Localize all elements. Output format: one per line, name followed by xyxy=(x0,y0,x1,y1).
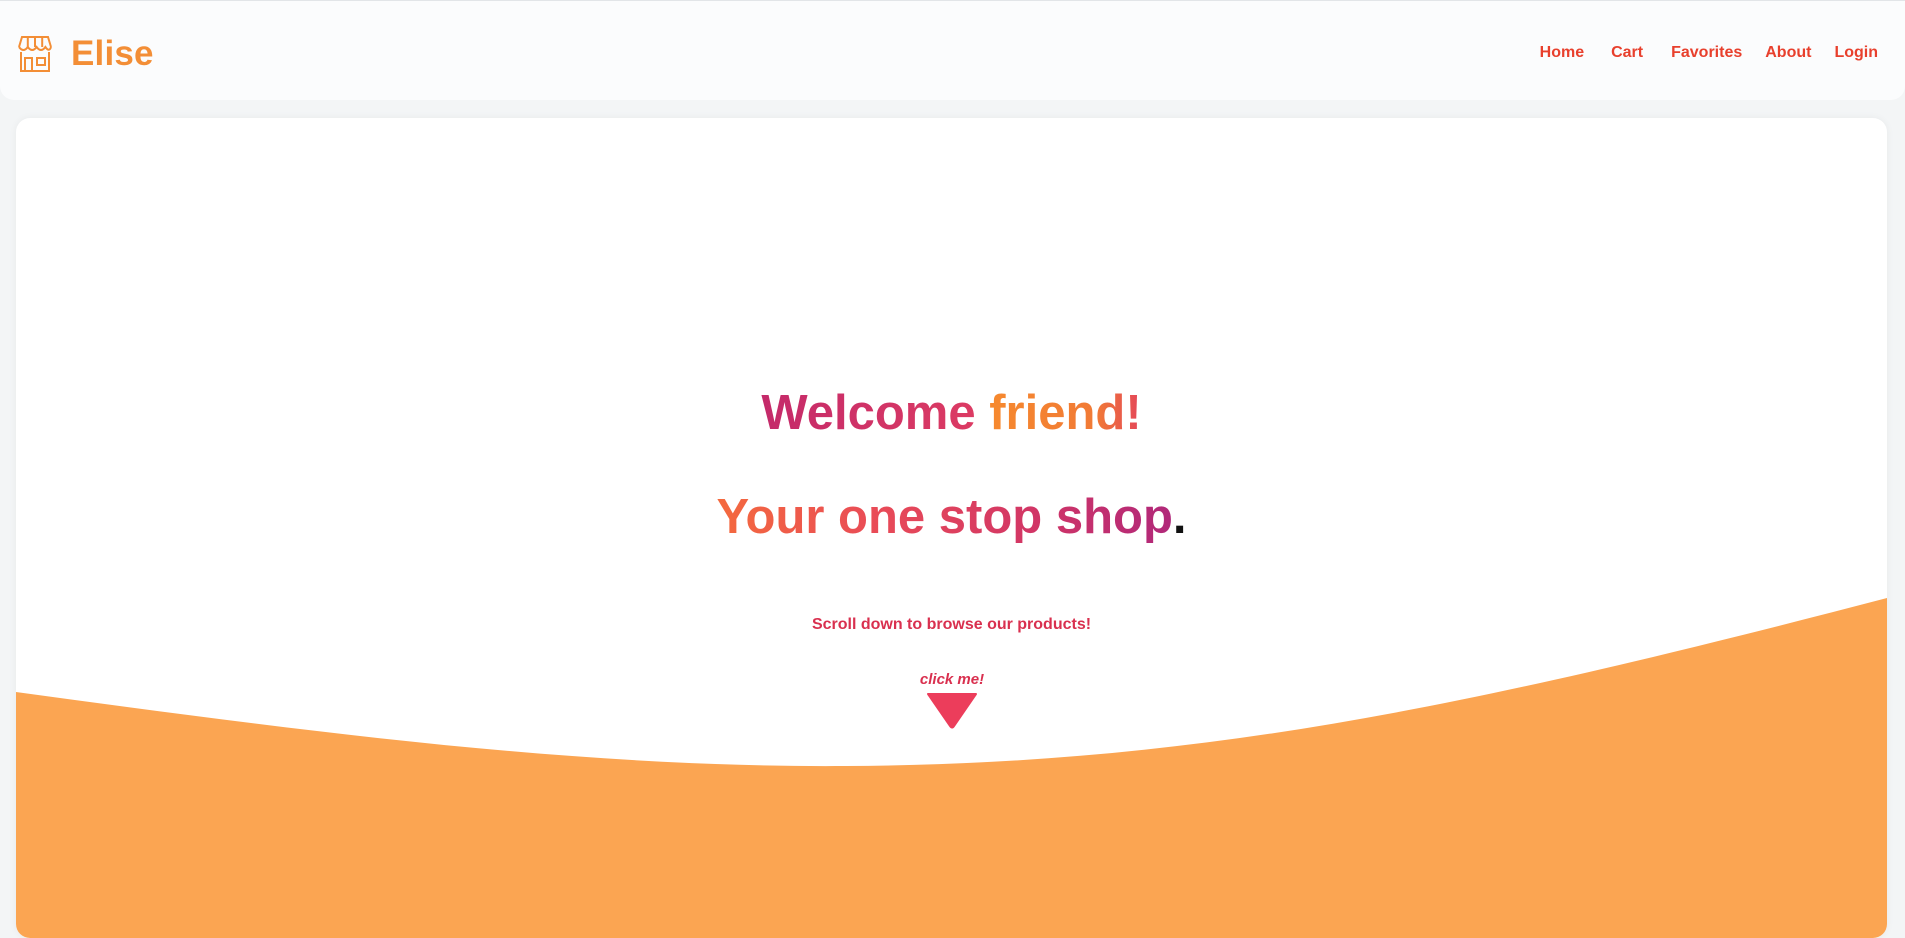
welcome-word: Welcome xyxy=(761,386,976,440)
main-nav: Home Cart Favorites About Login xyxy=(1540,43,1878,63)
nav-link-cart[interactable]: Cart xyxy=(1611,43,1643,63)
top-navbar: Elise Home Cart Favorites About Login xyxy=(0,0,1905,100)
nav-link-home[interactable]: Home xyxy=(1540,43,1584,63)
brand-name: Elise xyxy=(71,34,154,73)
tagline-heading: Your one stop shop. xyxy=(16,487,1887,547)
hero-section: Welcome friend! Your one stop shop. Scro… xyxy=(16,118,1887,938)
triangle-down-icon xyxy=(927,693,977,729)
tagline-period: . xyxy=(1172,490,1187,544)
nav-link-login[interactable]: Login xyxy=(1834,43,1878,63)
welcome-heading: Welcome friend! xyxy=(16,383,1887,443)
storefront-icon xyxy=(18,36,52,72)
scroll-hint-text: Scroll down to browse our products! xyxy=(811,616,1092,633)
click-me-label: click me! xyxy=(919,671,985,688)
scroll-down-button[interactable]: click me! xyxy=(919,670,985,730)
nav-link-favorites[interactable]: Favorites xyxy=(1671,43,1742,63)
friend-word: friend! xyxy=(989,386,1142,440)
nav-link-about[interactable]: About xyxy=(1765,43,1811,63)
brand-logo-link[interactable]: Elise xyxy=(14,33,154,75)
tagline-text: Your one stop shop xyxy=(716,490,1173,544)
